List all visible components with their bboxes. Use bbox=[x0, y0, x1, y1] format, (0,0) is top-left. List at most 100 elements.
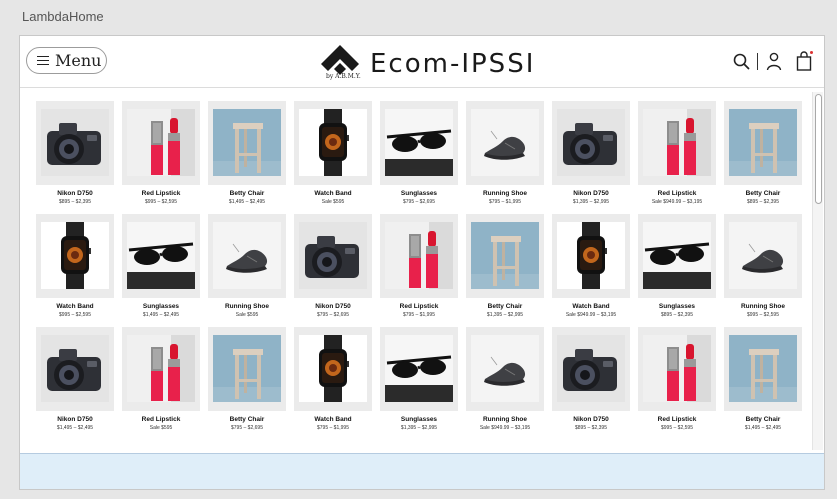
product-image[interactable] bbox=[122, 327, 200, 411]
user-icon[interactable] bbox=[764, 51, 784, 71]
product-image[interactable] bbox=[552, 101, 630, 185]
product-card[interactable]: Sunglasses $1,395 – $2,995 bbox=[380, 327, 458, 431]
product-card[interactable]: Betty Chair $1,495 – $2,495 bbox=[724, 327, 802, 431]
product-card[interactable]: Nikon D750 $795 – $2,695 bbox=[294, 214, 372, 318]
shopping-bag-icon[interactable] bbox=[794, 51, 814, 71]
product-price: $1,395 – $2,995 bbox=[486, 312, 524, 318]
product-image[interactable] bbox=[552, 327, 630, 411]
product-card[interactable]: Betty Chair $1,395 – $2,995 bbox=[466, 214, 544, 318]
product-name[interactable]: Red Lipstick bbox=[380, 303, 458, 310]
brand-name: Ecom-IPSSI bbox=[370, 49, 536, 79]
watch-image-icon bbox=[41, 222, 109, 289]
product-image[interactable] bbox=[724, 101, 802, 185]
product-name[interactable]: Running Shoe bbox=[208, 303, 286, 310]
product-card[interactable]: Betty Chair $895 – $2,395 bbox=[724, 101, 802, 205]
product-card[interactable]: Nikon D750 $895 – $2,395 bbox=[36, 101, 114, 205]
product-card[interactable]: Nikon D750 $895 – $2,395 bbox=[552, 327, 630, 431]
product-card[interactable]: Red Lipstick Sale $949.99 – $3,195 bbox=[638, 101, 716, 205]
product-card[interactable]: Red Lipstick $995 – $2,595 bbox=[122, 101, 200, 205]
shoe-image-icon bbox=[213, 222, 281, 289]
shoe-image-icon bbox=[471, 109, 539, 176]
product-name[interactable]: Nikon D750 bbox=[552, 190, 630, 197]
product-card[interactable]: Watch Band Sale $949.99 – $3,195 bbox=[552, 214, 630, 318]
product-card[interactable]: Running Shoe Sale $949.99 – $3,195 bbox=[466, 327, 544, 431]
product-card[interactable]: Watch Band Sale $595 bbox=[294, 101, 372, 205]
product-card[interactable]: Running Shoe $995 – $2,595 bbox=[724, 214, 802, 318]
product-price: Sale $949.99 – $3,195 bbox=[565, 312, 617, 318]
product-name[interactable]: Nikon D750 bbox=[552, 416, 630, 423]
brand[interactable]: by A.B.M.Y. Ecom-IPSSI bbox=[320, 44, 535, 84]
product-image[interactable] bbox=[380, 327, 458, 411]
product-image[interactable] bbox=[294, 101, 372, 185]
product-card[interactable]: Watch Band $995 – $2,595 bbox=[36, 214, 114, 318]
scrollbar[interactable] bbox=[812, 92, 823, 450]
product-card[interactable]: Sunglasses $795 – $2,695 bbox=[380, 101, 458, 205]
product-card[interactable]: Betty Chair $795 – $2,695 bbox=[208, 327, 286, 431]
product-name[interactable]: Sunglasses bbox=[638, 303, 716, 310]
product-card[interactable]: Red Lipstick $995 – $2,595 bbox=[638, 327, 716, 431]
product-image[interactable] bbox=[294, 327, 372, 411]
product-name[interactable]: Watch Band bbox=[36, 303, 114, 310]
product-image[interactable] bbox=[294, 214, 372, 298]
product-name[interactable]: Sunglasses bbox=[122, 303, 200, 310]
product-name[interactable]: Sunglasses bbox=[380, 190, 458, 197]
product-card[interactable]: Running Shoe $795 – $1,995 bbox=[466, 101, 544, 205]
product-image[interactable] bbox=[724, 327, 802, 411]
product-name[interactable]: Red Lipstick bbox=[122, 190, 200, 197]
scrollbar-thumb[interactable] bbox=[815, 94, 822, 204]
product-image[interactable] bbox=[208, 101, 286, 185]
product-image[interactable] bbox=[380, 214, 458, 298]
product-name[interactable]: Running Shoe bbox=[724, 303, 802, 310]
product-card[interactable]: Nikon D750 $1,495 – $2,495 bbox=[36, 327, 114, 431]
product-image[interactable] bbox=[36, 214, 114, 298]
product-name[interactable]: Betty Chair bbox=[466, 303, 544, 310]
product-name[interactable]: Red Lipstick bbox=[638, 190, 716, 197]
product-name[interactable]: Watch Band bbox=[294, 190, 372, 197]
product-card[interactable]: Nikon D750 $1,395 – $2,995 bbox=[552, 101, 630, 205]
product-name[interactable]: Running Shoe bbox=[466, 190, 544, 197]
product-image[interactable] bbox=[466, 214, 544, 298]
search-icon[interactable] bbox=[731, 51, 751, 71]
product-name[interactable]: Red Lipstick bbox=[122, 416, 200, 423]
product-name[interactable]: Betty Chair bbox=[208, 416, 286, 423]
product-name[interactable]: Betty Chair bbox=[724, 416, 802, 423]
product-name[interactable]: Nikon D750 bbox=[36, 190, 114, 197]
product-image[interactable] bbox=[552, 214, 630, 298]
product-card[interactable]: Running Shoe Sale $595 bbox=[208, 214, 286, 318]
product-name[interactable]: Nikon D750 bbox=[294, 303, 372, 310]
product-card[interactable]: Red Lipstick $795 – $1,995 bbox=[380, 214, 458, 318]
watch-image-icon bbox=[299, 335, 367, 402]
product-image[interactable] bbox=[380, 101, 458, 185]
product-image[interactable] bbox=[638, 214, 716, 298]
product-card[interactable]: Sunglasses $895 – $2,395 bbox=[638, 214, 716, 318]
logo-tagline: by A.B.M.Y. bbox=[326, 73, 361, 80]
product-image[interactable] bbox=[638, 327, 716, 411]
product-name[interactable]: Running Shoe bbox=[466, 416, 544, 423]
product-name[interactable]: Betty Chair bbox=[208, 190, 286, 197]
product-name[interactable]: Red Lipstick bbox=[638, 416, 716, 423]
product-name[interactable]: Sunglasses bbox=[380, 416, 458, 423]
product-image[interactable] bbox=[36, 101, 114, 185]
product-card[interactable]: Sunglasses $1,495 – $2,495 bbox=[122, 214, 200, 318]
product-image[interactable] bbox=[638, 101, 716, 185]
product-name[interactable]: Watch Band bbox=[552, 303, 630, 310]
product-image[interactable] bbox=[122, 214, 200, 298]
product-image[interactable] bbox=[208, 327, 286, 411]
product-name[interactable]: Nikon D750 bbox=[36, 416, 114, 423]
product-card[interactable]: Red Lipstick Sale $595 bbox=[122, 327, 200, 431]
camera-image-icon bbox=[557, 109, 625, 176]
product-card[interactable]: Watch Band $795 – $1,995 bbox=[294, 327, 372, 431]
product-price: $795 – $1,995 bbox=[403, 312, 435, 318]
product-image[interactable] bbox=[466, 327, 544, 411]
menu-button[interactable]: Menu bbox=[26, 47, 107, 74]
product-image[interactable] bbox=[466, 101, 544, 185]
product-image[interactable] bbox=[122, 101, 200, 185]
product-image[interactable] bbox=[208, 214, 286, 298]
product-image[interactable] bbox=[724, 214, 802, 298]
product-name[interactable]: Watch Band bbox=[294, 416, 372, 423]
product-card[interactable]: Betty Chair $1,495 – $2,495 bbox=[208, 101, 286, 205]
product-price: $1,395 – $2,995 bbox=[400, 425, 438, 431]
product-name[interactable]: Betty Chair bbox=[724, 190, 802, 197]
product-image[interactable] bbox=[36, 327, 114, 411]
product-price: $895 – $2,395 bbox=[59, 199, 91, 205]
